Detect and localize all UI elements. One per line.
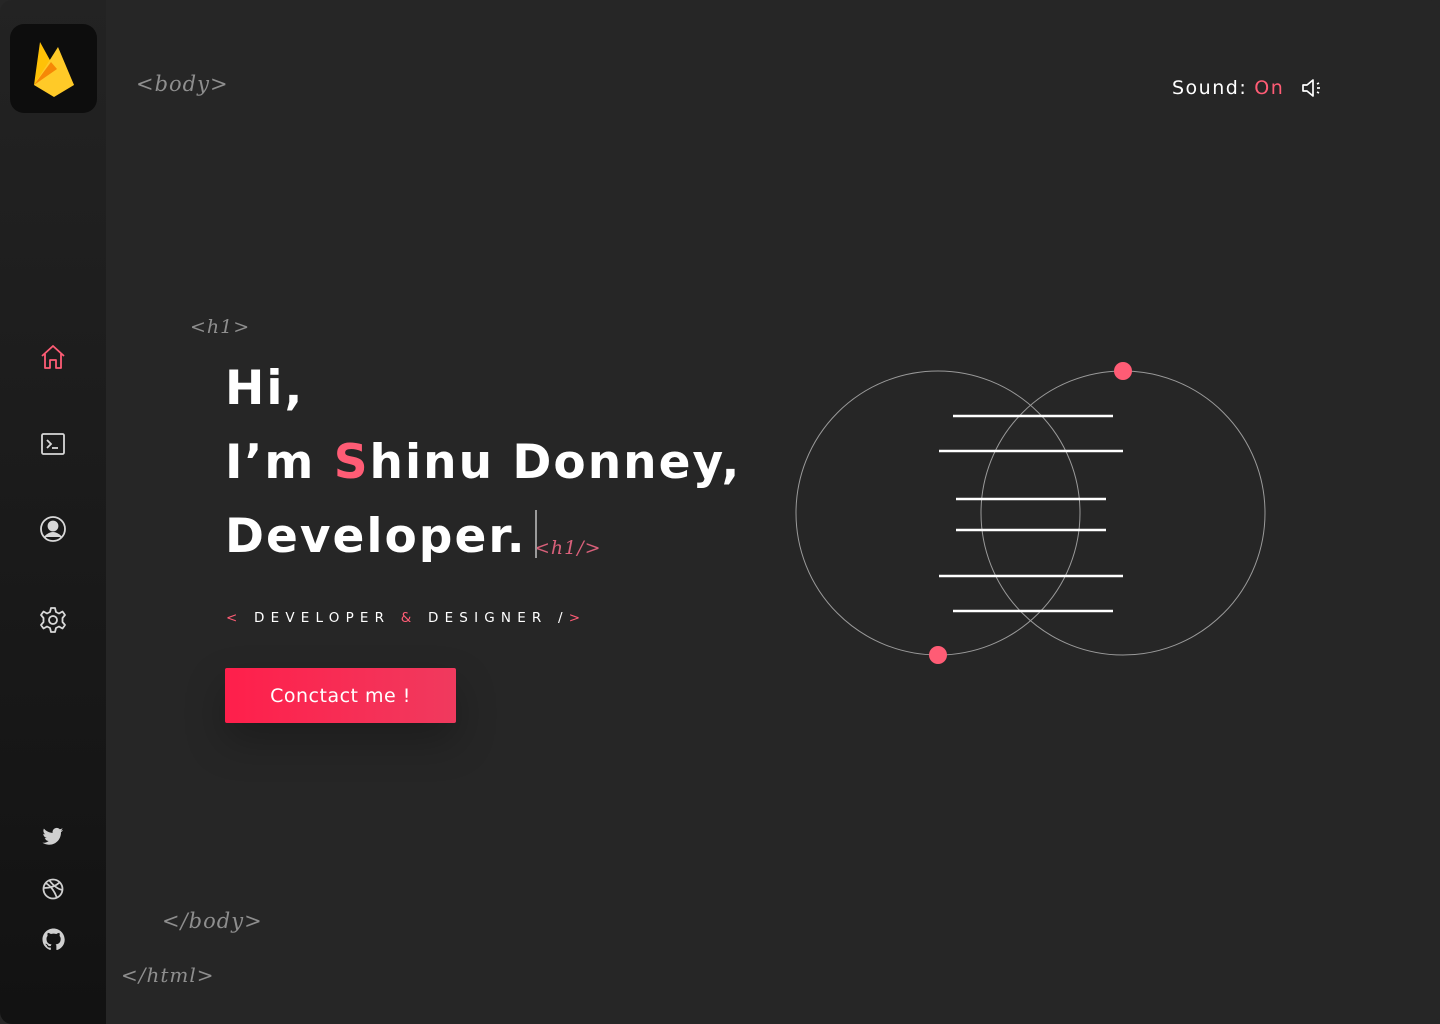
- orbit-dot-top: [1114, 362, 1132, 380]
- hero-name-prefix: I’m: [225, 435, 334, 490]
- twitter-link[interactable]: [41, 825, 65, 849]
- hero-greeting: Hi,: [225, 361, 305, 416]
- sound-button[interactable]: [1300, 75, 1326, 101]
- speaker-icon: [1302, 79, 1321, 97]
- role-ampersand: &: [400, 610, 418, 626]
- body-close-tag: </body>: [162, 909, 263, 933]
- sidebar: [0, 0, 106, 1024]
- hero-name-accent: S: [333, 435, 370, 490]
- nav-settings-button[interactable]: [36, 603, 70, 637]
- user-circle-icon: [40, 516, 66, 542]
- nav-profile-button[interactable]: [36, 512, 70, 546]
- firebase-flame-icon: [33, 41, 74, 97]
- page: <body> <h1> <h1/> </body> </html> Sound:…: [0, 0, 1440, 1024]
- terminal-icon: [41, 433, 65, 455]
- dribbble-link[interactable]: [41, 877, 65, 901]
- hero-title-line: Developer.: [225, 500, 741, 574]
- hero-name-rest: hinu Donney,: [369, 435, 742, 490]
- hero-illustration: [795, 362, 1266, 664]
- sound-toggle: Sound: On: [1172, 75, 1326, 101]
- hero-heading: Hi, I’m Shinu Donney, Developer.: [225, 352, 741, 574]
- role-subtitle: < DEVELOPER & DESIGNER />: [226, 610, 586, 626]
- hero-title: Developer.: [225, 509, 527, 564]
- role-slash: /: [558, 610, 569, 626]
- left-orbit-circle: [795, 370, 1081, 656]
- logo[interactable]: [10, 24, 97, 113]
- html-close-tag: </html>: [121, 963, 215, 987]
- body-open-tag: <body>: [136, 72, 229, 96]
- role-close-bracket: >: [568, 610, 587, 626]
- github-link[interactable]: [41, 927, 65, 951]
- twitter-icon: [42, 827, 64, 845]
- h1-open-tag: <h1>: [190, 316, 251, 338]
- nav-home-button[interactable]: [36, 340, 70, 374]
- sound-label: Sound:: [1172, 77, 1248, 99]
- role-developer: DEVELOPER: [254, 610, 391, 626]
- text-cursor: [534, 510, 537, 558]
- role-designer: DESIGNER: [427, 610, 548, 626]
- hero-name-line: I’m Shinu Donney,: [225, 426, 741, 500]
- role-open-bracket: <: [226, 610, 244, 626]
- home-icon: [41, 345, 65, 369]
- orbit-dot-bottom: [929, 646, 947, 664]
- sound-state[interactable]: On: [1254, 77, 1284, 99]
- gear-icon: [40, 607, 66, 633]
- github-icon: [41, 927, 65, 950]
- nav-terminal-button[interactable]: [36, 427, 70, 461]
- right-orbit-circle: [980, 370, 1266, 656]
- dribbble-icon: [42, 878, 64, 900]
- contact-button[interactable]: Conctact me !: [225, 668, 456, 723]
